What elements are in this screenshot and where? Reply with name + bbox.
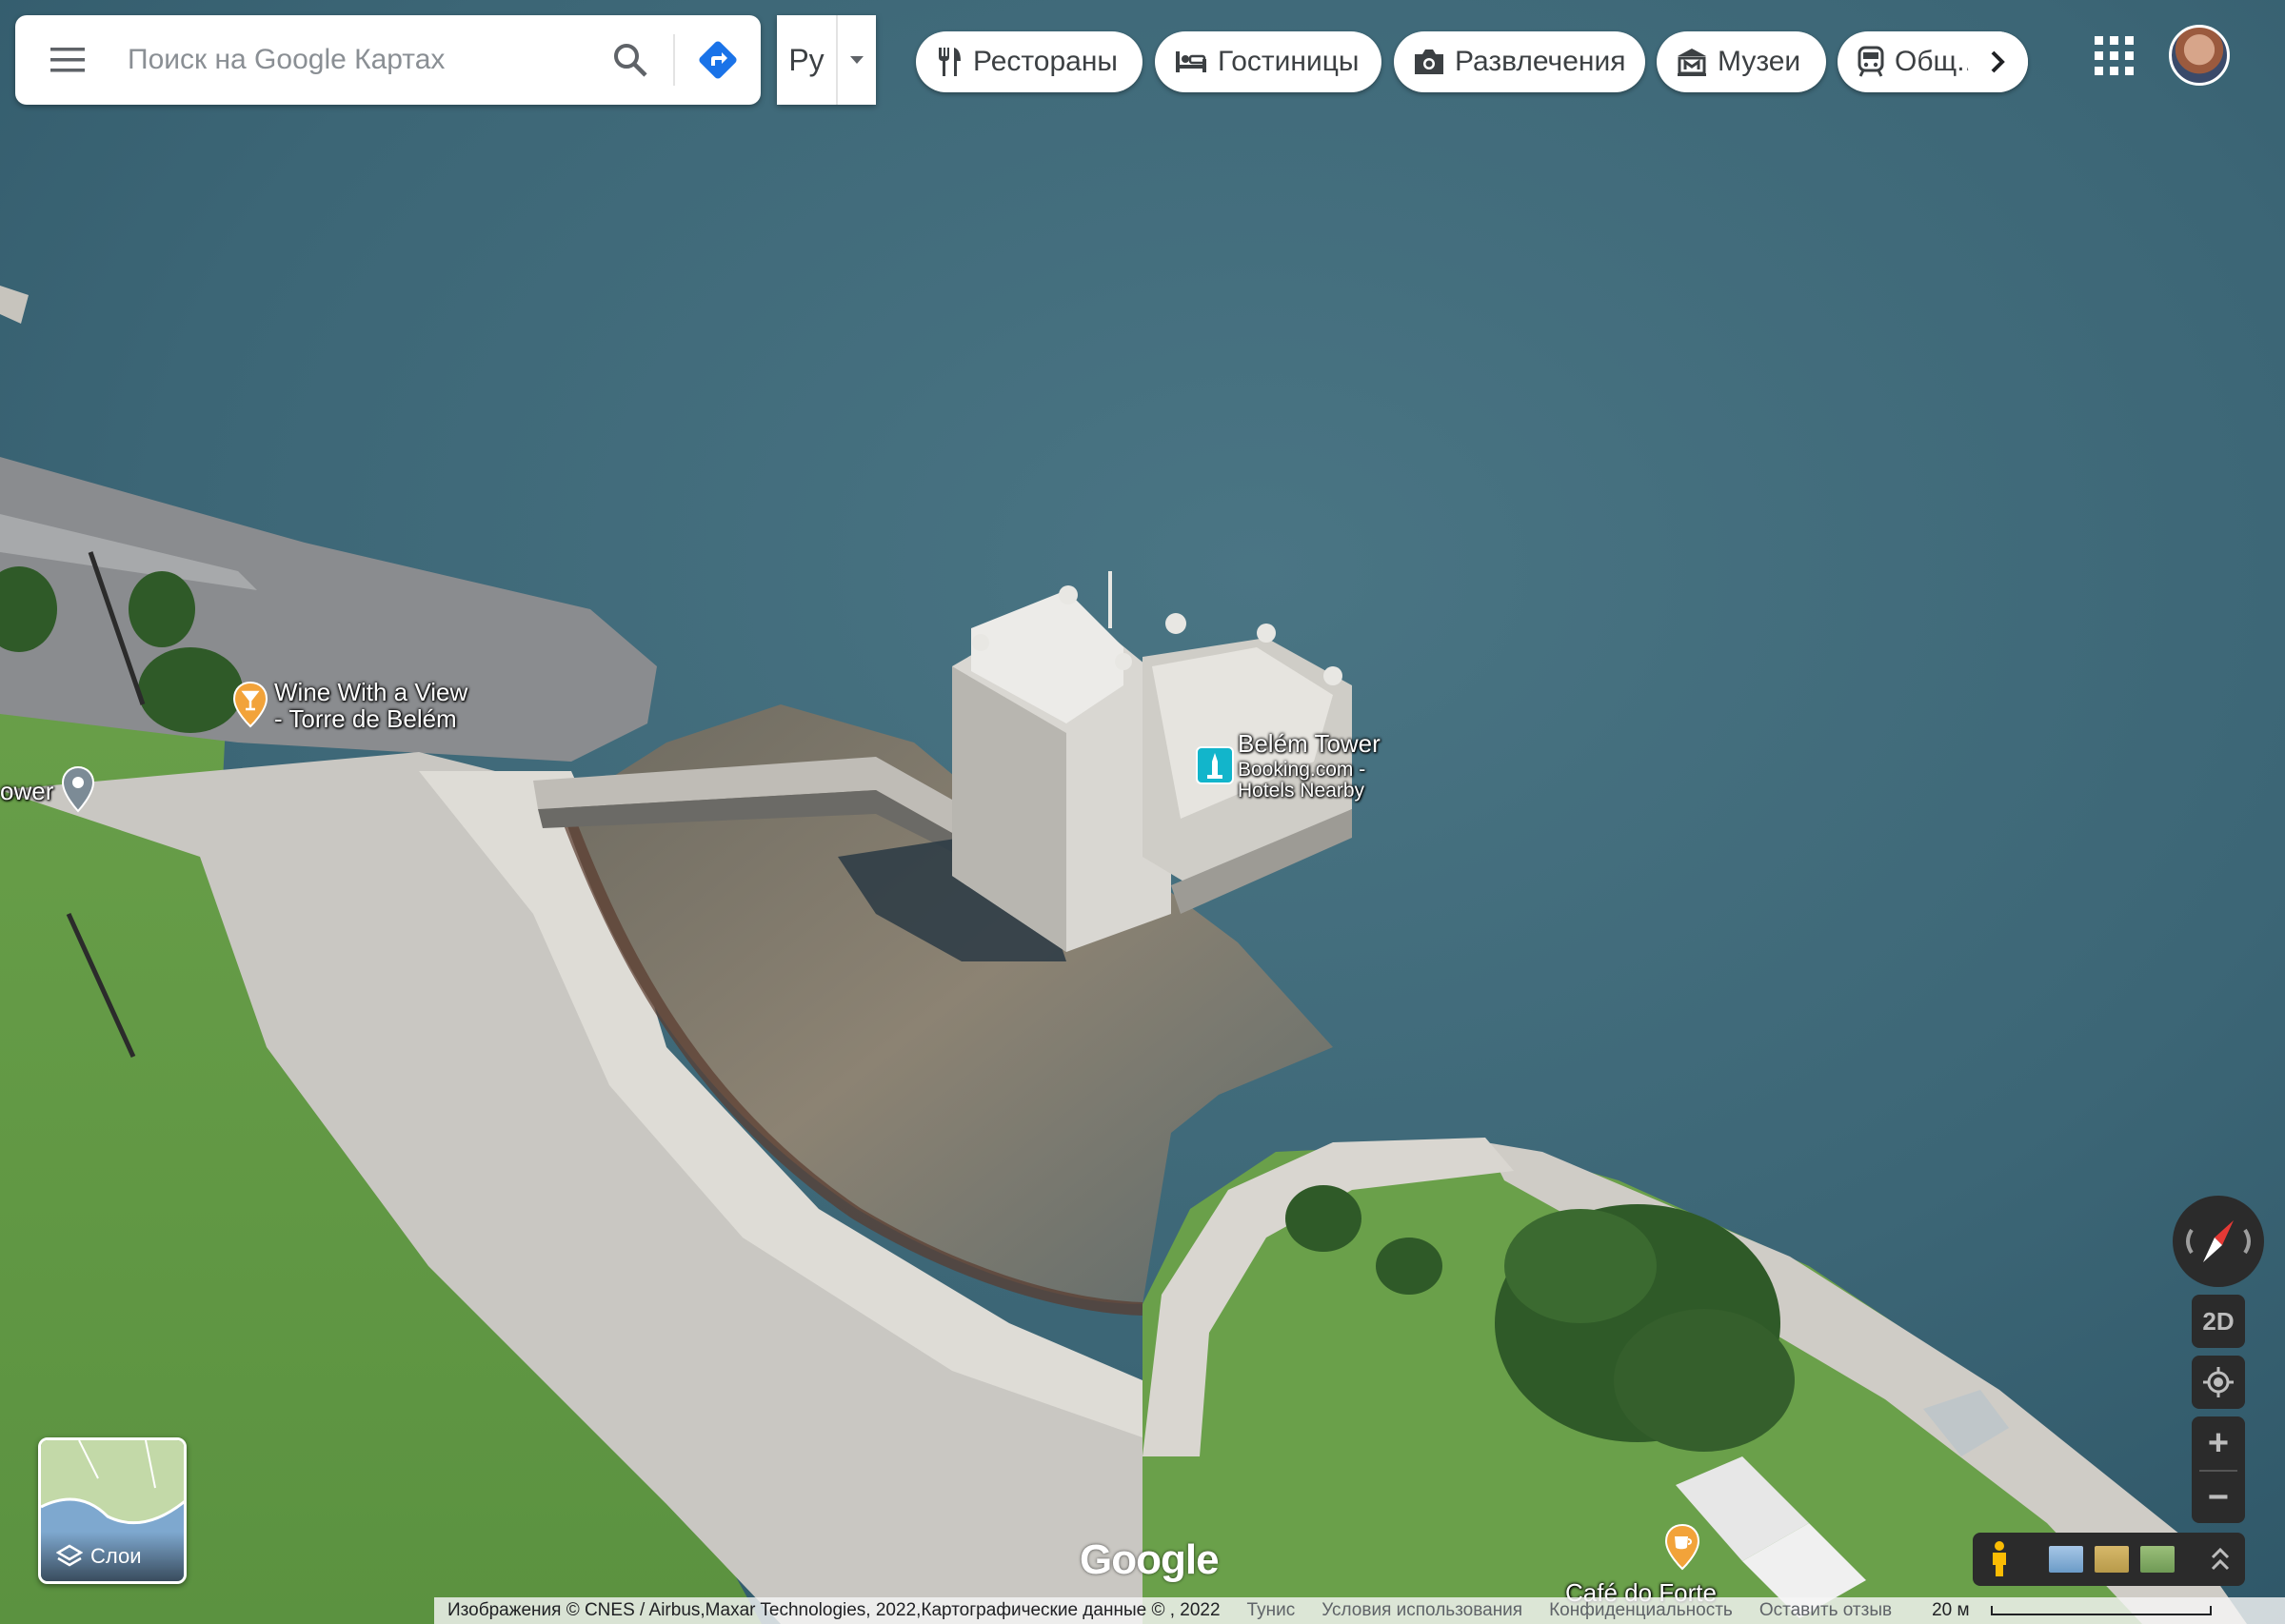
thumb-biking[interactable]	[2140, 1546, 2175, 1573]
imagery-credit: Изображения © CNES / Airbus,Maxar Techno…	[447, 1600, 1221, 1620]
chevron-right-icon	[1991, 50, 2005, 73]
google-apps-button[interactable]	[2091, 32, 2138, 80]
google-logo: Google	[1080, 1536, 1220, 1583]
plus-icon: +	[2207, 1422, 2230, 1463]
monument-icon	[1196, 746, 1234, 784]
search-input[interactable]	[120, 31, 587, 89]
zoom-out-button[interactable]: −	[2192, 1472, 2245, 1523]
zoom-in-button[interactable]: +	[2192, 1416, 2245, 1470]
search-button[interactable]	[587, 15, 673, 105]
chip-entertainment[interactable]: Развлечения	[1394, 31, 1645, 92]
layers-icon	[56, 1544, 83, 1567]
place-subtitle-1: Booking.com -	[1238, 759, 1366, 781]
country-link[interactable]: Тунис	[1234, 1600, 1309, 1621]
scale-label: 20 м	[1932, 1600, 1970, 1620]
place-label-line1: Wine With a View	[274, 678, 468, 706]
directions-button[interactable]	[675, 15, 761, 105]
menu-button[interactable]	[15, 15, 120, 105]
footer-bar: Изображения © CNES / Airbus,Maxar Techno…	[434, 1597, 2285, 1624]
thumb-traffic[interactable]	[2095, 1546, 2129, 1573]
double-chevron-up-icon[interactable]	[2209, 1546, 2232, 1573]
compass-icon	[2186, 1220, 2251, 1262]
place-title: Belém Tower	[1238, 729, 1381, 758]
input-tools-button[interactable]: Ру	[777, 15, 876, 105]
cafe-pin-icon	[1664, 1523, 1700, 1571]
search-box	[15, 15, 761, 105]
layers-button[interactable]: Слои	[38, 1437, 187, 1584]
chip-museums[interactable]: Музеи	[1657, 31, 1826, 92]
scale-bar	[1990, 1606, 2212, 1615]
apps-grid-icon	[2095, 36, 2134, 75]
feedback-link[interactable]: Оставить отзыв	[1746, 1600, 1905, 1621]
fork-knife-icon	[939, 48, 961, 76]
train-icon	[1858, 46, 1884, 77]
chip-hotels[interactable]: Гостиницы	[1155, 31, 1381, 92]
museum-icon	[1678, 49, 1706, 76]
layers-label-row: Слои	[41, 1532, 184, 1581]
language-dropdown[interactable]	[838, 54, 876, 66]
terms-link[interactable]: Условия использования	[1308, 1600, 1536, 1621]
chip-label: Гостиницы	[1218, 46, 1360, 77]
chip-label: Музеи	[1718, 46, 1801, 77]
satellite-map[interactable]	[0, 0, 2285, 1624]
hamburger-icon	[50, 48, 85, 72]
my-location-button[interactable]	[2192, 1356, 2245, 1409]
chip-label: Развлечения	[1455, 46, 1626, 77]
caret-down-icon	[850, 56, 864, 64]
thumb-terrain[interactable]	[2049, 1546, 2083, 1573]
place-label: ower	[0, 777, 54, 805]
place-subtitle-2: Hotels Nearby	[1238, 780, 1365, 802]
directions-icon	[699, 41, 737, 79]
place-label-line2: - Torre de Belém	[274, 704, 457, 733]
map-imagery	[0, 0, 2285, 1624]
scale-indicator[interactable]: 20 м	[1905, 1600, 2224, 1621]
zoom-controls: + −	[2192, 1416, 2245, 1523]
location-pin-icon	[61, 765, 95, 813]
my-location-icon	[2203, 1367, 2234, 1397]
search-icon	[614, 44, 647, 77]
language-label: Ру	[788, 42, 825, 77]
camera-icon	[1415, 50, 1443, 74]
imagery-tray	[1973, 1533, 2245, 1586]
view-2d-toggle[interactable]: 2D	[2192, 1295, 2245, 1348]
pegman-icon[interactable]	[1986, 1540, 2013, 1578]
chip-restaurants[interactable]: Рестораны	[916, 31, 1142, 92]
layers-label: Слои	[90, 1544, 142, 1568]
account-avatar[interactable]	[2169, 25, 2230, 86]
compass-button[interactable]	[2173, 1196, 2264, 1287]
privacy-link[interactable]: Конфиденциальность	[1536, 1600, 1746, 1621]
bed-icon	[1176, 51, 1206, 72]
bar-pin-icon	[232, 681, 268, 728]
minus-icon: −	[2207, 1476, 2230, 1517]
view-mode-label: 2D	[2202, 1306, 2235, 1336]
chip-label: Рестораны	[973, 46, 1118, 77]
chips-next-button[interactable]	[1967, 31, 2028, 92]
